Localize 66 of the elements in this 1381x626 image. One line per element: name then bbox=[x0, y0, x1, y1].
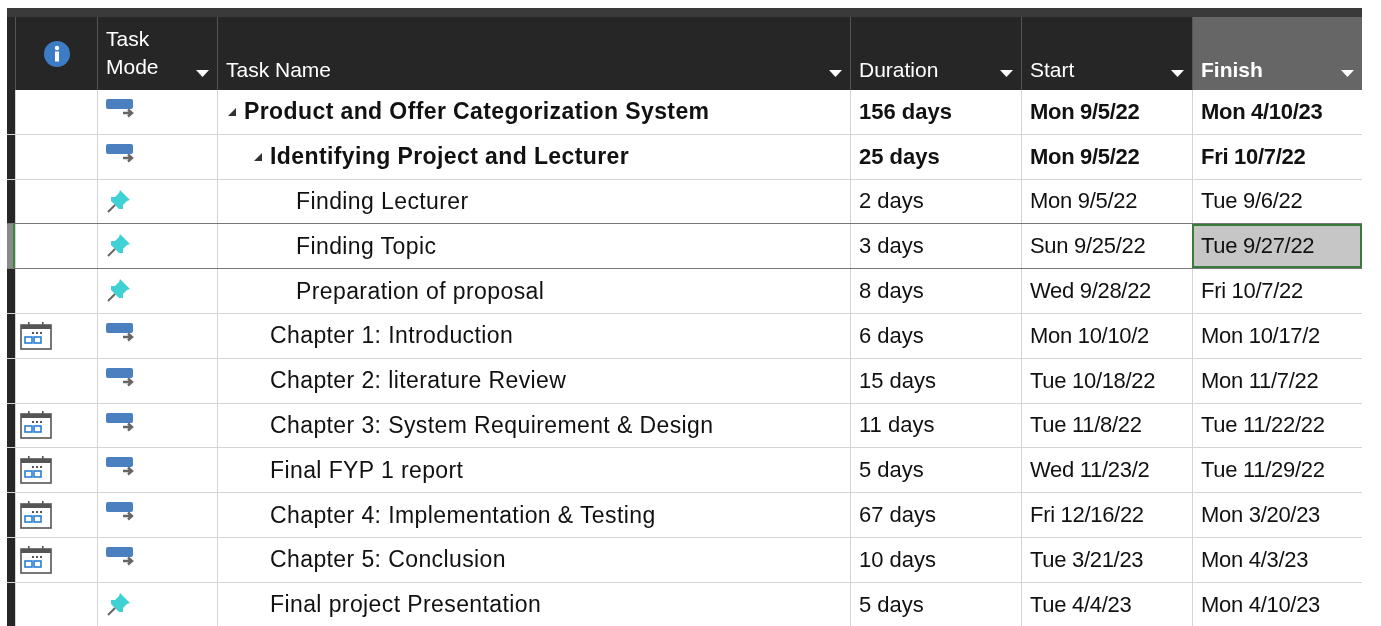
info-icon bbox=[43, 40, 70, 67]
task-name: Final project Presentation bbox=[270, 591, 542, 619]
collapse-icon[interactable] bbox=[228, 107, 236, 116]
row-selector[interactable] bbox=[7, 582, 15, 626]
task-name: Finding Topic bbox=[296, 232, 437, 260]
start-date: Mon 9/5/22 bbox=[1030, 143, 1140, 170]
duration-text: 156 days bbox=[859, 98, 952, 125]
duration-text: 6 days bbox=[859, 322, 924, 349]
row-selector[interactable] bbox=[7, 448, 15, 493]
dropdown-arrow-icon[interactable] bbox=[829, 70, 842, 78]
task-name: Identifying Project and Lecturer bbox=[270, 143, 630, 171]
start-date: Wed 11/23/2 bbox=[1030, 457, 1150, 484]
duration-text: 3 days bbox=[859, 233, 924, 260]
finish-date: Mon 4/3/23 bbox=[1201, 546, 1309, 573]
start-date: Mon 9/5/22 bbox=[1030, 98, 1140, 125]
duration-text: 5 days bbox=[859, 457, 924, 484]
finish-date: Fri 10/7/22 bbox=[1201, 143, 1306, 170]
column-header[interactable]: Finish bbox=[1192, 17, 1362, 90]
start-date: Fri 12/16/22 bbox=[1030, 502, 1144, 529]
start-date: Wed 9/28/22 bbox=[1030, 278, 1152, 305]
start-date: Tue 10/18/22 bbox=[1030, 367, 1156, 394]
start-date: Mon 10/10/2 bbox=[1030, 322, 1149, 349]
duration-text: 25 days bbox=[859, 143, 940, 170]
task-name: Preparation of proposal bbox=[296, 277, 545, 305]
finish-date: Tue 9/6/22 bbox=[1201, 188, 1303, 215]
duration-text: 15 days bbox=[859, 367, 937, 394]
dropdown-arrow-icon[interactable] bbox=[1000, 70, 1013, 78]
duration-text: 5 days bbox=[859, 591, 924, 618]
start-date: Sun 9/25/22 bbox=[1030, 233, 1146, 260]
finish-date: Fri 10/7/22 bbox=[1201, 278, 1303, 305]
start-date: Mon 9/5/22 bbox=[1030, 188, 1138, 215]
finish-date: Mon 4/10/23 bbox=[1201, 98, 1323, 125]
column-header[interactable]: Task Mode bbox=[97, 17, 217, 90]
column-header[interactable]: Duration bbox=[850, 17, 1021, 90]
row-selector[interactable] bbox=[7, 134, 15, 179]
duration-text: 67 days bbox=[859, 502, 937, 529]
row-selector[interactable] bbox=[7, 358, 15, 403]
finish-date: Mon 3/20/23 bbox=[1201, 502, 1320, 529]
finish-date: Mon 4/10/23 bbox=[1201, 591, 1320, 618]
duration-text: 8 days bbox=[859, 278, 924, 305]
duration-text: 11 days bbox=[859, 412, 935, 439]
task-name: Product and Offer Categorization System bbox=[244, 98, 710, 126]
task-name: Chapter 4: Implementation & Testing bbox=[270, 501, 656, 529]
finish-date: Mon 11/7/22 bbox=[1201, 367, 1319, 394]
column-header[interactable]: Task Name bbox=[217, 17, 850, 90]
finish-date: Mon 10/17/2 bbox=[1201, 322, 1320, 349]
row-selector[interactable] bbox=[7, 537, 15, 582]
start-date: Tue 11/8/22 bbox=[1030, 412, 1142, 439]
finish-date: Tue 9/27/22 bbox=[1201, 233, 1315, 260]
task-name: Final FYP 1 report bbox=[270, 456, 464, 484]
task-name: Chapter 1: Introduction bbox=[270, 322, 514, 350]
duration-text: 2 days bbox=[859, 188, 924, 215]
row-selector[interactable] bbox=[7, 403, 15, 448]
dropdown-arrow-icon[interactable] bbox=[1171, 70, 1184, 78]
task-name: Chapter 3: System Requirement & Design bbox=[270, 411, 714, 439]
dropdown-arrow-icon[interactable] bbox=[196, 70, 209, 78]
duration-text: 10 days bbox=[859, 546, 937, 573]
task-name: Chapter 2: literature Review bbox=[270, 367, 567, 395]
finish-date: Tue 11/22/22 bbox=[1201, 412, 1325, 439]
collapse-icon[interactable] bbox=[254, 152, 262, 161]
task-name: Finding Lecturer bbox=[296, 188, 469, 215]
finish-date: Tue 11/29/22 bbox=[1201, 457, 1325, 484]
row-selector[interactable] bbox=[7, 179, 15, 224]
start-date: Tue 4/4/23 bbox=[1030, 591, 1132, 618]
task-name: Chapter 5: Conclusion bbox=[270, 546, 506, 574]
start-date: Tue 3/21/23 bbox=[1030, 546, 1144, 573]
